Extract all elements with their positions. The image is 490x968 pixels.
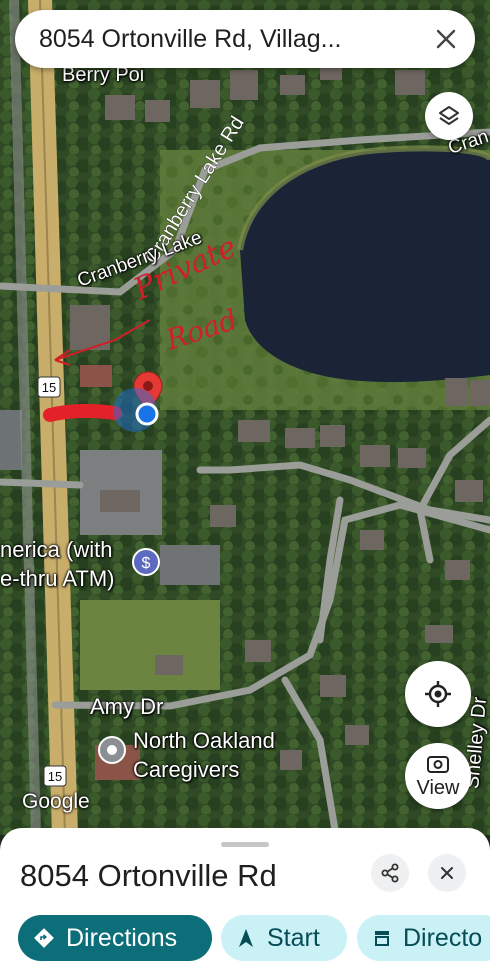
route-15-shield-bottom: 15 (43, 765, 67, 787)
place-bottom-sheet[interactable]: 8054 Ortonville Rd Directions Start Dire… (0, 828, 490, 968)
start-label: Start (267, 923, 320, 952)
place-title: 8054 Ortonville Rd (20, 858, 277, 893)
directions-label: Directions (66, 923, 178, 952)
start-button[interactable]: Start (221, 915, 347, 961)
my-location-dot (135, 402, 159, 426)
place-label-caregivers-line-1: North Oakland (133, 728, 275, 753)
share-button[interactable] (371, 854, 409, 892)
street-view-button[interactable]: View (405, 743, 471, 809)
bank-marker-icon[interactable]: $ (132, 548, 160, 576)
google-attribution: Google (22, 790, 90, 813)
share-icon (381, 863, 399, 883)
layers-icon (439, 106, 459, 125)
close-sheet-button[interactable] (428, 854, 466, 892)
place-label-caregivers-line-2: Caregivers (133, 757, 240, 782)
close-icon[interactable] (435, 28, 457, 50)
camera-view-icon (427, 755, 449, 773)
crosshair-icon (425, 681, 451, 707)
close-icon (441, 867, 453, 879)
layers-button[interactable] (425, 92, 473, 140)
directory-label: Directo (403, 923, 483, 952)
sheet-drag-handle[interactable] (221, 842, 269, 847)
annotation-scribble (43, 403, 122, 422)
route-15-shield-top: 15 (37, 376, 61, 398)
svg-text:$: $ (142, 555, 151, 572)
my-location-button[interactable] (405, 661, 471, 727)
directions-icon (34, 928, 54, 948)
svg-text:15: 15 (48, 769, 62, 784)
place-marker-icon[interactable] (98, 736, 126, 764)
svg-text:15: 15 (42, 380, 56, 395)
place-label-bank-line-1: nerica (with (0, 537, 113, 562)
navigation-arrow-icon (237, 928, 255, 948)
directory-button[interactable]: Directo (357, 915, 490, 961)
directions-button[interactable]: Directions (18, 915, 212, 961)
storefront-icon (373, 929, 391, 947)
search-bar[interactable]: 8054 Ortonville Rd, Villag... (15, 10, 475, 68)
road-label-amy-dr: Amy Dr (90, 694, 164, 719)
place-label-bank-line-2: e-thru ATM) (0, 566, 115, 591)
view-label: View (416, 776, 460, 799)
search-query[interactable]: 8054 Ortonville Rd, Villag... (39, 25, 435, 54)
